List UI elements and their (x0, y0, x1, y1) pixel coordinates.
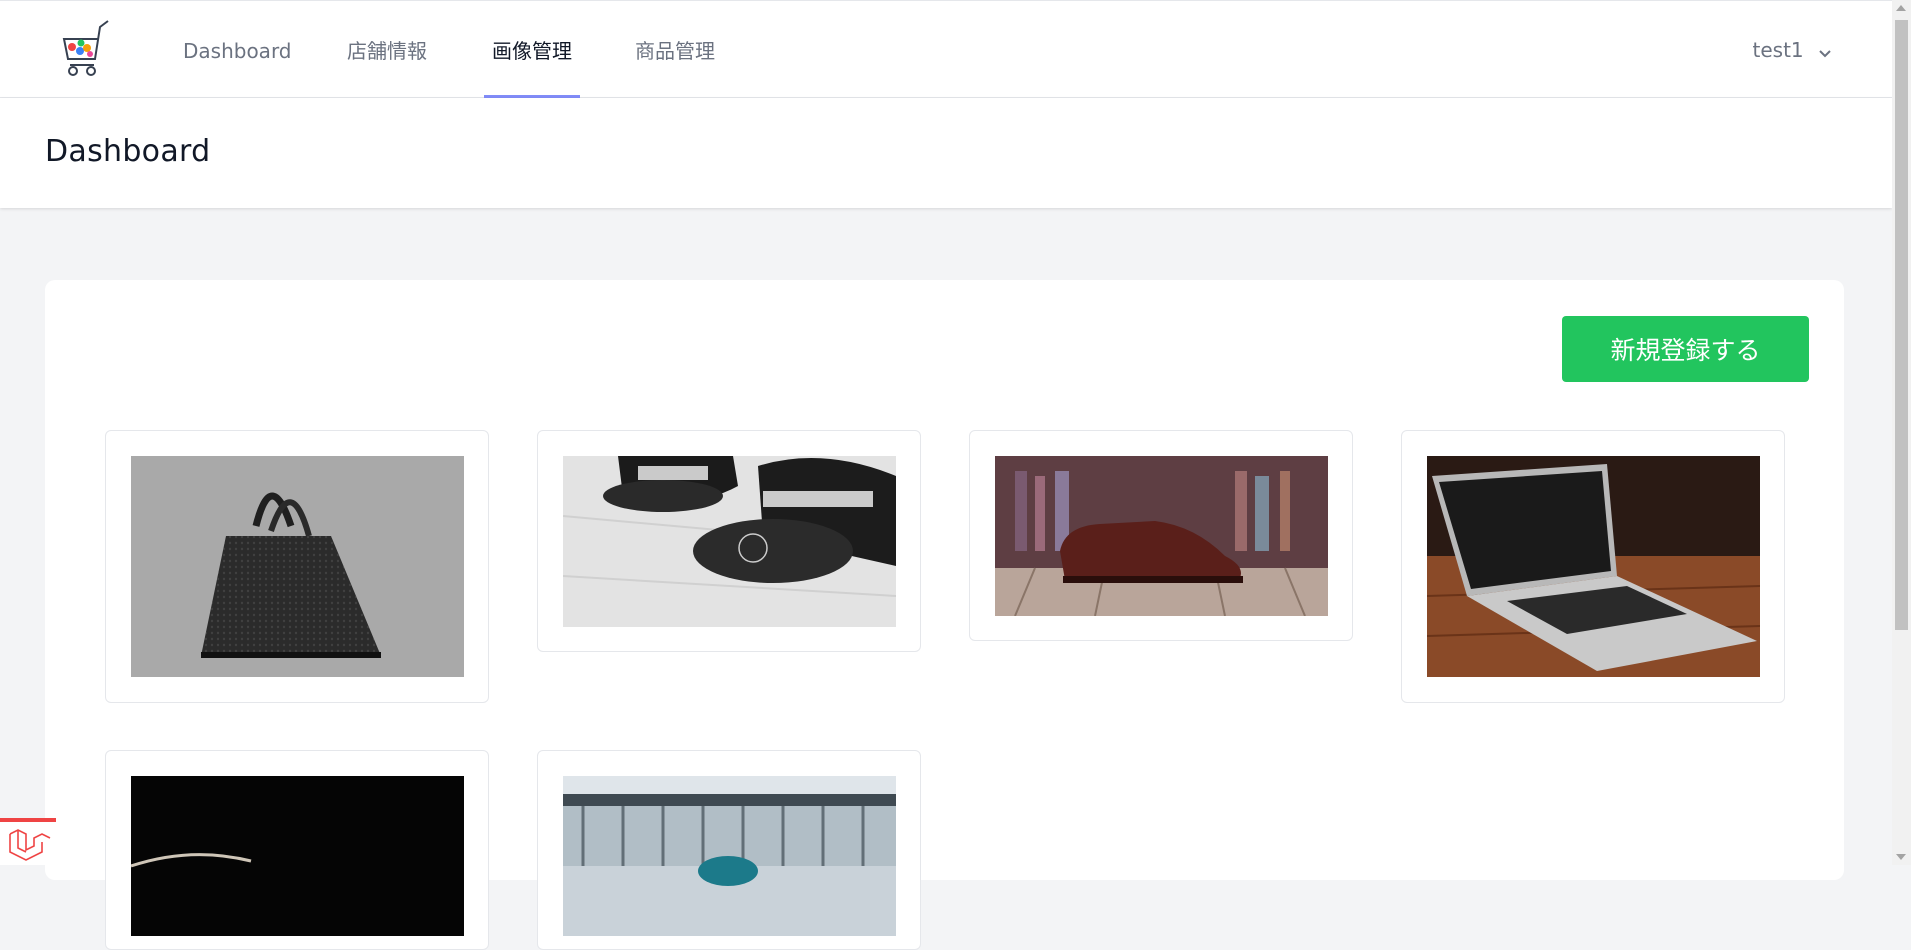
image-card[interactable] (537, 430, 921, 652)
image-list-panel: 新規登録する (45, 280, 1844, 950)
page-scrollbar[interactable] (1892, 0, 1911, 865)
user-menu[interactable]: test1 (1753, 1, 1833, 98)
black-handbag-image (131, 456, 464, 677)
nav-link-image-management[interactable]: 画像管理 (484, 1, 580, 98)
nav-link-product-management[interactable]: 商品管理 (635, 1, 715, 98)
scroll-up-arrow-icon[interactable] (1896, 5, 1906, 11)
scroll-down-arrow-icon[interactable] (1896, 854, 1906, 860)
brown-leather-shoe-image (995, 456, 1328, 616)
shopping-cart-logo-icon[interactable] (60, 19, 110, 81)
user-name: test1 (1752, 38, 1804, 62)
stadium-ball-image (563, 776, 896, 936)
image-card[interactable] (537, 750, 921, 950)
top-navigation: Dashboard 店舗情報 画像管理 商品管理 test1 (0, 0, 1892, 98)
dark-image (131, 776, 464, 936)
chevron-down-icon (1818, 3, 1832, 101)
page-title: Dashboard (45, 134, 211, 169)
laravel-logo-icon[interactable] (0, 818, 56, 865)
laptop-image (1427, 456, 1760, 677)
black-caps-image (563, 456, 896, 627)
page-header: Dashboard (0, 98, 1892, 208)
image-card[interactable] (1401, 430, 1785, 703)
image-card[interactable] (105, 430, 489, 703)
image-card[interactable] (105, 750, 489, 950)
scroll-thumb[interactable] (1895, 20, 1908, 630)
new-registration-button[interactable]: 新規登録する (1562, 316, 1809, 382)
nav-link-store-info[interactable]: 店舗情報 (347, 1, 427, 98)
image-card[interactable] (969, 430, 1353, 641)
nav-link-dashboard[interactable]: Dashboard (183, 1, 292, 98)
